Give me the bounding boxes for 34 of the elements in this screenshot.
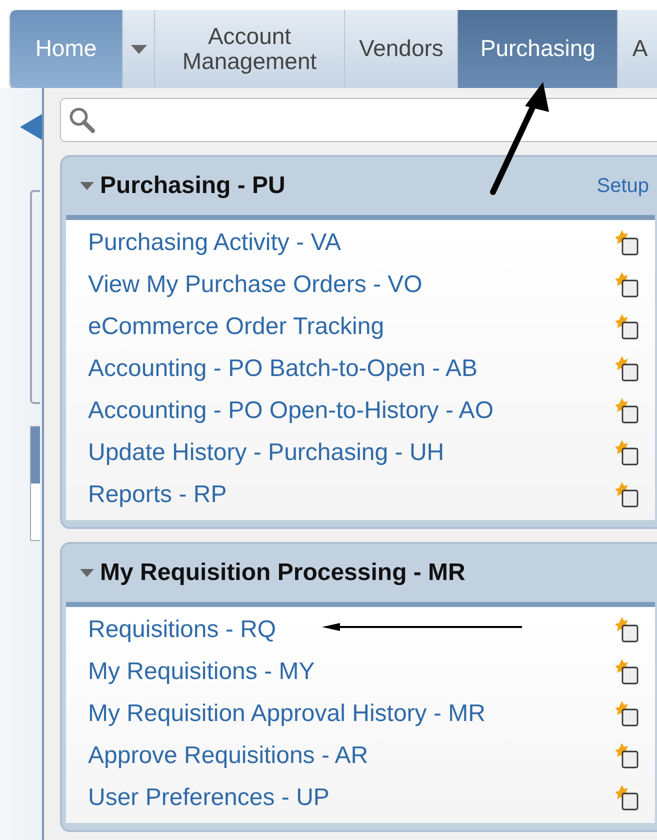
menu-link[interactable]: Approve Requisitions - AR (88, 742, 615, 770)
add-favorite-icon[interactable] (615, 743, 639, 769)
menu-link[interactable]: Reports - RP (88, 481, 615, 509)
menu-link[interactable]: Accounting - PO Open-to-History - AO (88, 397, 615, 425)
menu-link[interactable]: Update History - Purchasing - UH (88, 439, 615, 467)
add-favorite-icon[interactable] (615, 272, 639, 298)
menu-link[interactable]: Purchasing Activity - VA (88, 229, 615, 257)
add-favorite-icon[interactable] (615, 398, 639, 424)
collapse-icon[interactable] (20, 114, 42, 140)
add-favorite-icon[interactable] (615, 617, 639, 643)
expand-icon[interactable] (80, 182, 94, 190)
add-favorite-icon[interactable] (615, 314, 639, 340)
search-field[interactable] (60, 98, 657, 142)
setup-link[interactable]: Setup (596, 174, 649, 198)
add-favorite-icon[interactable] (615, 482, 639, 508)
add-favorite-icon[interactable] (615, 356, 639, 382)
add-favorite-icon[interactable] (615, 785, 639, 811)
menu-link[interactable]: Accounting - PO Batch-to-Open - AB (88, 355, 615, 383)
menu-link[interactable]: eCommerce Order Tracking (88, 313, 615, 341)
add-favorite-icon[interactable] (615, 230, 639, 256)
nav-tab[interactable]: Purchasing (458, 10, 618, 88)
expand-icon[interactable] (80, 569, 94, 577)
panel-title: Purchasing - PU (100, 172, 286, 200)
menu-link[interactable]: My Requisition Approval History - MR (88, 700, 615, 728)
menu-link[interactable]: Requisitions - RQ (88, 616, 615, 644)
menu-link[interactable]: View My Purchase Orders - VO (88, 271, 615, 299)
panel-title: My Requisition Processing - MR (100, 559, 466, 587)
menu-link[interactable]: User Preferences - UP (88, 784, 615, 812)
add-favorite-icon[interactable] (615, 701, 639, 727)
add-favorite-icon[interactable] (615, 659, 639, 685)
menu-link[interactable]: My Requisitions - MY (88, 658, 615, 686)
search-icon (69, 107, 95, 133)
caret-icon (130, 44, 146, 54)
add-favorite-icon[interactable] (615, 440, 639, 466)
